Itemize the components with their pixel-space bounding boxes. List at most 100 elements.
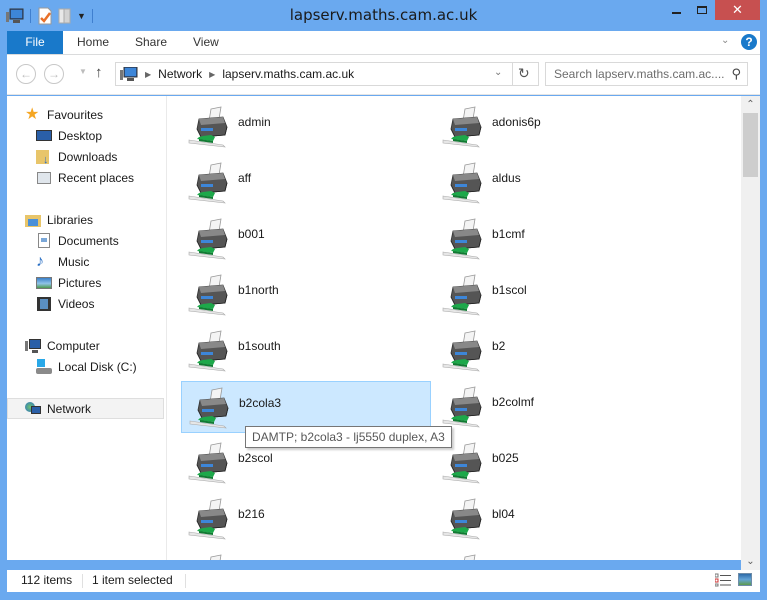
forward-button[interactable]: → — [44, 64, 64, 84]
printer-item[interactable]: b1cmf — [435, 213, 685, 265]
sidebar-item-music[interactable]: ♪ Music — [36, 251, 89, 272]
details-view-icon[interactable] — [715, 573, 731, 587]
recent-locations-icon[interactable]: ▼ — [79, 67, 87, 76]
sidebar-item-computer[interactable]: Computer — [25, 335, 100, 356]
printer-item[interactable]: admin — [181, 101, 431, 153]
sidebar-item-label: Network — [47, 401, 92, 416]
maximize-button[interactable] — [689, 0, 715, 20]
divider — [185, 574, 186, 588]
maximize-icon — [697, 6, 707, 14]
tab-home[interactable]: Home — [77, 31, 109, 54]
local-disk-icon — [36, 358, 52, 375]
tab-file[interactable]: File — [7, 31, 63, 54]
printer-item[interactable]: b1north — [181, 269, 431, 321]
close-button[interactable]: ✕ — [715, 0, 760, 20]
help-icon[interactable]: ? — [741, 34, 757, 50]
vertical-scrollbar[interactable]: ⌃ ⌄ — [741, 96, 760, 570]
printer-item[interactable]: b001 — [181, 213, 431, 265]
tab-view[interactable]: View — [193, 31, 219, 54]
star-icon: ★ — [25, 105, 40, 123]
desktop-icon — [36, 128, 52, 144]
address-dropdown-icon[interactable]: ⌄ — [494, 67, 502, 78]
printer-item[interactable]: aff — [181, 157, 431, 209]
network-printer-icon — [439, 217, 487, 261]
minimize-button[interactable] — [663, 0, 689, 20]
status-bar: 112 items 1 item selected — [7, 570, 760, 592]
libraries-icon — [25, 212, 41, 228]
sidebar-item-local-disk[interactable]: Local Disk (C:) — [36, 356, 137, 377]
close-icon: ✕ — [732, 2, 743, 17]
navigation-pane: ★ Favourites Desktop ↓ Downloads Recent … — [7, 96, 167, 560]
printer-item-partial[interactable] — [181, 549, 431, 560]
sidebar-item-pictures[interactable]: Pictures — [36, 272, 101, 293]
sidebar-item-favourites[interactable]: ★ Favourites — [25, 104, 103, 125]
breadcrumb-network[interactable]: Network — [158, 67, 202, 81]
printer-item[interactable]: b216 — [181, 493, 431, 545]
printer-name: b2colmf — [492, 395, 535, 409]
printer-name: bl04 — [492, 507, 515, 521]
printer-name: admin — [238, 115, 271, 129]
printer-name: b025 — [492, 451, 519, 465]
printer-item[interactable]: b1scol — [435, 269, 685, 321]
sidebar-item-downloads[interactable]: ↓ Downloads — [36, 146, 117, 167]
sidebar-item-documents[interactable]: Documents — [36, 230, 119, 251]
scroll-down-icon[interactable]: ⌄ — [741, 553, 760, 570]
printer-item[interactable]: adonis6p — [435, 101, 685, 153]
sidebar-item-recent-places[interactable]: Recent places — [36, 167, 134, 188]
recent-places-icon — [36, 170, 52, 186]
breadcrumb-server[interactable]: lapserv.maths.cam.ac.uk — [222, 67, 354, 81]
sidebar-item-libraries[interactable]: Libraries — [25, 209, 93, 230]
network-printer-icon — [185, 497, 233, 541]
sidebar-item-label: Favourites — [47, 107, 104, 122]
refresh-icon[interactable]: ↻ — [518, 65, 530, 82]
breadcrumb-separator-icon: ▶ — [209, 69, 216, 79]
sidebar-item-label: Downloads — [58, 149, 118, 164]
music-icon: ♪ — [36, 252, 44, 270]
printer-item[interactable]: b025 — [435, 437, 685, 489]
network-printer-icon — [439, 273, 487, 317]
printer-item[interactable]: aldus — [435, 157, 685, 209]
printer-name: b1cmf — [492, 227, 525, 241]
scroll-up-icon[interactable]: ⌃ — [741, 96, 760, 113]
sidebar-item-videos[interactable]: Videos — [36, 293, 94, 314]
breadcrumb-separator-icon: ▶ — [145, 69, 152, 79]
up-button[interactable]: ↑ — [95, 64, 103, 81]
expand-ribbon-icon[interactable]: ⌄ — [721, 35, 729, 46]
explorer-window: ▼ lapserv.maths.cam.ac.uk ✕ File Home Sh… — [0, 0, 767, 600]
sidebar-item-label: Recent places — [58, 170, 135, 185]
scrollbar-thumb[interactable] — [743, 113, 758, 177]
large-icons-view-icon[interactable] — [738, 573, 752, 586]
documents-icon — [36, 232, 52, 249]
printer-item[interactable]: bl04 — [435, 493, 685, 545]
network-printer-icon — [185, 273, 233, 317]
back-button[interactable]: ← — [16, 64, 36, 84]
sidebar-item-label: Videos — [58, 296, 95, 311]
divider — [512, 63, 513, 85]
printer-item-partial[interactable] — [435, 549, 685, 560]
printer-name: b1north — [238, 283, 279, 297]
sidebar-item-desktop[interactable]: Desktop — [36, 125, 102, 146]
sidebar-item-label: Local Disk (C:) — [58, 359, 137, 374]
printer-name: b216 — [238, 507, 265, 521]
search-icon[interactable]: ⚲ — [731, 66, 741, 82]
address-bar[interactable]: ▶ Network ▶ lapserv.maths.cam.ac.uk ⌄ ↻ — [115, 62, 539, 86]
printer-item[interactable]: b2 — [435, 325, 685, 377]
printer-item[interactable]: b1south — [181, 325, 431, 377]
sidebar-item-network[interactable]: Network — [7, 398, 164, 419]
printer-name: b2 — [492, 339, 506, 353]
network-printer-icon — [185, 105, 233, 149]
tab-share[interactable]: Share — [135, 31, 167, 54]
network-printer-icon — [185, 161, 233, 205]
sidebar-item-label: Desktop — [58, 128, 103, 143]
search-input[interactable]: Search lapserv.maths.cam.ac.... ⚲ — [545, 62, 748, 86]
file-list: admin adonis6p aff aldus b001 b1cmf b1north b1s… — [167, 96, 741, 560]
network-icon — [25, 401, 41, 417]
downloads-icon: ↓ — [36, 149, 52, 165]
selection-count: 1 item selected — [92, 573, 173, 587]
sidebar-item-label: Libraries — [47, 212, 94, 227]
printer-item[interactable]: b2colmf — [435, 381, 685, 433]
ribbon-tabs: File Home Share View ⌄ ? — [7, 31, 760, 55]
sidebar-item-label: Documents — [58, 233, 119, 248]
network-computer-icon — [120, 67, 138, 81]
network-printer-icon — [185, 441, 233, 485]
